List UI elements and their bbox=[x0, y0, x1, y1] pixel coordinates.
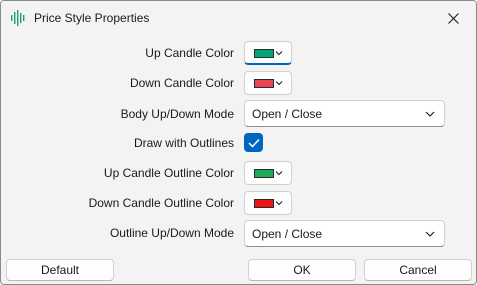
outline-mode-value: Open / Close bbox=[252, 227, 323, 241]
up-outline-color-label: Up Candle Outline Color bbox=[103, 166, 234, 180]
down-outline-color-picker[interactable] bbox=[244, 191, 292, 215]
checkmark-icon bbox=[247, 138, 260, 148]
chevron-down-icon bbox=[275, 201, 283, 206]
chevron-down-icon bbox=[275, 81, 283, 86]
outline-mode-select[interactable]: Open / Close bbox=[244, 220, 445, 247]
down-candle-color-picker[interactable] bbox=[244, 71, 292, 95]
ok-button[interactable]: OK bbox=[248, 259, 356, 281]
outline-mode-label: Outline Up/Down Mode bbox=[109, 226, 234, 240]
body-mode-value: Open / Close bbox=[252, 107, 323, 121]
down-outline-color-label: Down Candle Outline Color bbox=[88, 196, 234, 210]
up-candle-color-label: Up Candle Color bbox=[145, 46, 234, 60]
default-button[interactable]: Default bbox=[6, 259, 114, 281]
chevron-down-icon bbox=[275, 51, 283, 56]
draw-outlines-label: Draw with Outlines bbox=[133, 136, 234, 150]
draw-outlines-checkbox[interactable] bbox=[244, 133, 263, 152]
body-mode-label: Body Up/Down Mode bbox=[120, 107, 234, 121]
chevron-down-icon bbox=[425, 231, 435, 237]
waveform-icon bbox=[11, 10, 25, 26]
up-candle-color-swatch bbox=[254, 49, 274, 58]
close-icon bbox=[447, 12, 459, 24]
price-style-properties-dialog: Price Style Properties Up Candle Color D… bbox=[0, 0, 477, 285]
chevron-down-icon bbox=[425, 111, 435, 117]
down-outline-color-swatch bbox=[254, 199, 274, 208]
down-candle-color-label: Down Candle Color bbox=[129, 76, 234, 90]
up-outline-color-swatch bbox=[254, 169, 274, 178]
close-button[interactable] bbox=[438, 5, 468, 31]
title-bar: Price Style Properties bbox=[1, 1, 476, 34]
up-outline-color-picker[interactable] bbox=[244, 161, 292, 185]
up-candle-color-picker[interactable] bbox=[244, 41, 292, 65]
down-candle-color-swatch bbox=[254, 79, 274, 88]
window-title: Price Style Properties bbox=[34, 11, 150, 25]
body-mode-select[interactable]: Open / Close bbox=[244, 100, 445, 127]
chevron-down-icon bbox=[275, 171, 283, 176]
cancel-button[interactable]: Cancel bbox=[364, 259, 472, 281]
